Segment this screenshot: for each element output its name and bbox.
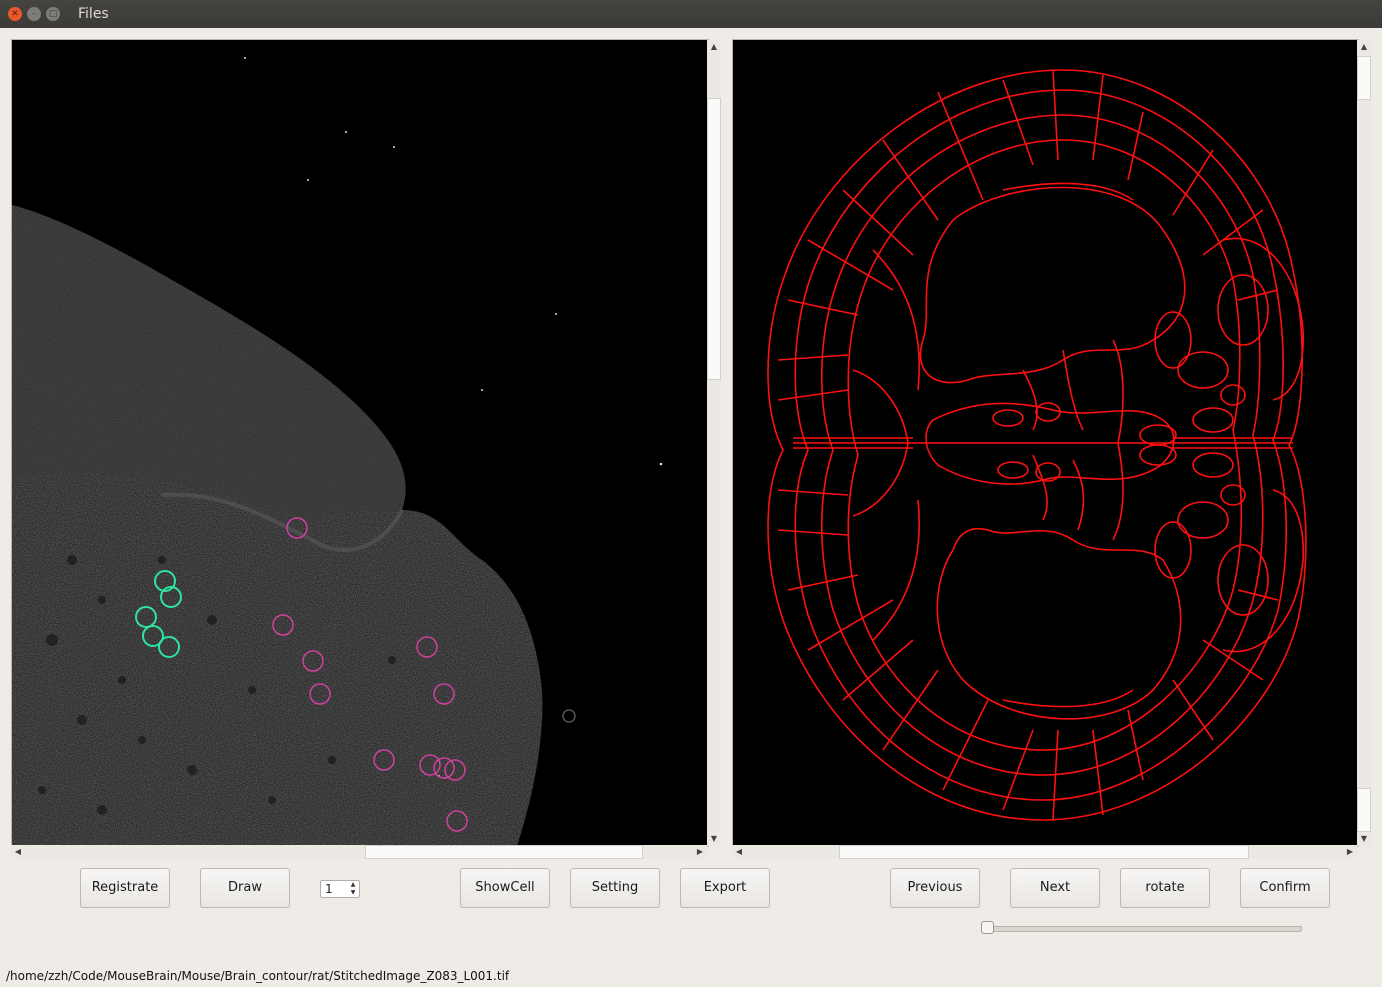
scroll-thumb[interactable]: [1357, 56, 1371, 100]
scroll-down-arrow-icon[interactable]: ▼: [1357, 832, 1371, 846]
previous-button[interactable]: Previous: [890, 868, 980, 908]
left-horizontal-scrollbar[interactable]: ◀ ▶: [11, 845, 707, 859]
scroll-up-arrow-icon[interactable]: ▲: [1357, 40, 1371, 54]
window-title: Files: [78, 6, 109, 22]
rotate-button[interactable]: rotate: [1120, 868, 1210, 908]
setting-button[interactable]: Setting: [570, 868, 660, 908]
showcell-button[interactable]: ShowCell: [460, 868, 550, 908]
maximize-icon[interactable]: □: [46, 7, 60, 21]
atlas-contour-view[interactable]: [732, 39, 1359, 847]
atlas-contour-drawing: [733, 40, 1358, 846]
title-bar: ✕ – □ Files: [0, 0, 1382, 28]
draw-button[interactable]: Draw: [200, 868, 290, 908]
scroll-thumb[interactable]: [707, 98, 721, 380]
scroll-left-arrow-icon[interactable]: ◀: [732, 845, 746, 859]
scroll-thumb[interactable]: [365, 845, 643, 859]
right-vertical-scrollbar[interactable]: ▲ ▼: [1357, 40, 1371, 846]
microscopy-view[interactable]: [11, 39, 709, 847]
brain-slice-image: [12, 40, 708, 846]
left-vertical-scrollbar[interactable]: ▲ ▼: [707, 40, 721, 846]
next-button[interactable]: Next: [1010, 868, 1100, 908]
spin-down-arrow-icon[interactable]: ▼: [348, 889, 358, 897]
scroll-right-arrow-icon[interactable]: ▶: [693, 845, 707, 859]
scroll-right-arrow-icon[interactable]: ▶: [1343, 845, 1357, 859]
scroll-thumb[interactable]: [839, 845, 1249, 859]
rotation-slider-track[interactable]: [986, 926, 1302, 932]
scroll-down-arrow-icon[interactable]: ▼: [707, 832, 721, 846]
scroll-up-arrow-icon[interactable]: ▲: [707, 40, 721, 54]
registrate-button[interactable]: Registrate: [80, 868, 170, 908]
export-button[interactable]: Export: [680, 868, 770, 908]
rotation-slider-handle[interactable]: [981, 921, 994, 934]
layer-spinbox[interactable]: 1 ▲ ▼: [320, 880, 360, 898]
minimize-icon[interactable]: –: [27, 7, 41, 21]
close-icon[interactable]: ✕: [8, 7, 22, 21]
status-bar-path: /home/zzh/Code/MouseBrain/Mouse/Brain_co…: [6, 969, 510, 983]
confirm-button[interactable]: Confirm: [1240, 868, 1330, 908]
right-horizontal-scrollbar[interactable]: ◀ ▶: [732, 845, 1357, 859]
scroll-left-arrow-icon[interactable]: ◀: [11, 845, 25, 859]
spinbox-value[interactable]: 1: [325, 882, 333, 896]
scroll-thumb-lower[interactable]: [1357, 788, 1371, 832]
spin-up-arrow-icon[interactable]: ▲: [348, 881, 358, 889]
